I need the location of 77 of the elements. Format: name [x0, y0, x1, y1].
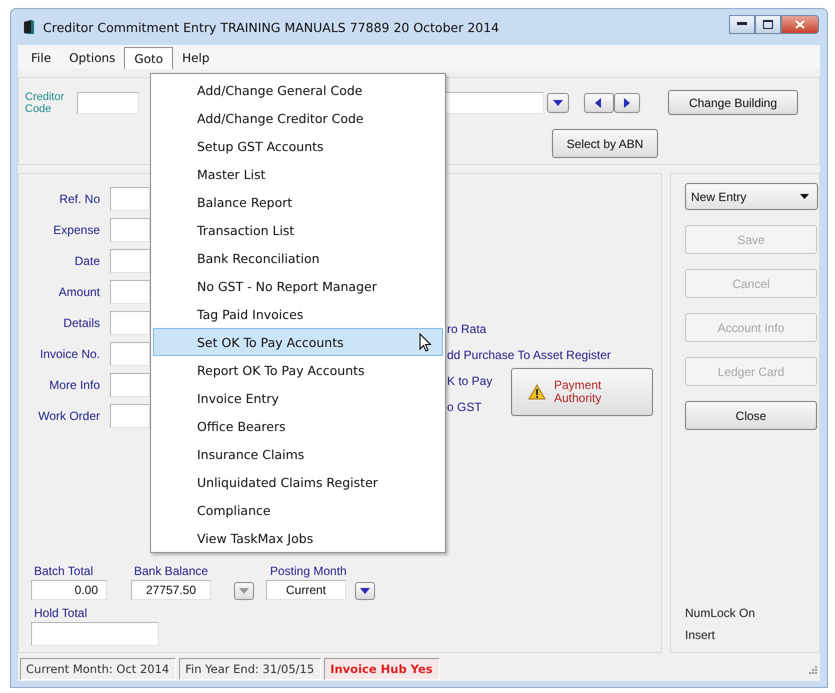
- close-icon: [795, 20, 805, 28]
- input-field[interactable]: [110, 373, 150, 397]
- batch-total-field[interactable]: 0.00: [31, 580, 107, 600]
- input-field[interactable]: [110, 404, 150, 428]
- maximize-button[interactable]: [755, 14, 781, 34]
- batch-total-label: Batch Total: [33, 564, 94, 578]
- option-label: o GST: [447, 399, 483, 416]
- menu-entry[interactable]: View TaskMax Jobs: [153, 524, 443, 552]
- field-label: Ref. No: [58, 192, 100, 206]
- previous-button[interactable]: [584, 92, 614, 112]
- input-field[interactable]: [110, 187, 150, 211]
- bank-balance-field[interactable]: 27757.50: [131, 580, 211, 600]
- maximize-icon: [763, 20, 773, 28]
- menu-entry[interactable]: Office Bearers: [153, 412, 443, 440]
- menu-entry[interactable]: Setup GST Accounts: [153, 132, 443, 160]
- input-field[interactable]: [110, 249, 150, 273]
- creditor-code-label: Creditor Code: [25, 90, 66, 114]
- hold-total-label: Hold Total: [33, 606, 88, 620]
- keyboard-status: NumLock On: [685, 605, 756, 622]
- menu-entry[interactable]: Unliquidated Claims Register: [153, 468, 443, 496]
- menu-entry[interactable]: Master List: [153, 160, 443, 188]
- option-label: K to Pay: [447, 373, 494, 390]
- menu-entry[interactable]: No GST - No Report Manager: [153, 272, 443, 300]
- window-title: Creditor Commitment Entry TRAINING MANUALS 77889 20 October 2014: [43, 20, 500, 34]
- close-button[interactable]: [781, 14, 819, 34]
- field-label: Work Order: [37, 409, 100, 423]
- menu-entry[interactable]: Bank Reconciliation: [153, 244, 443, 272]
- menu-entry[interactable]: Add/Change General Code: [153, 76, 443, 104]
- option-label: dd Purchase To Asset Register: [447, 347, 612, 364]
- hold-total-field[interactable]: [31, 622, 159, 646]
- status-cell: Fin Year End: 31/05/15: [179, 658, 322, 680]
- posting-month-field[interactable]: Current: [266, 580, 346, 600]
- input-field[interactable]: [110, 280, 150, 304]
- resize-grip-icon[interactable]: [807, 664, 817, 674]
- dropdown-button[interactable]: [547, 92, 569, 112]
- payment-authority-button[interactable]: Payment Authority: [511, 368, 653, 416]
- app-icon: [23, 19, 35, 35]
- menu-entry[interactable]: Invoice Entry: [153, 384, 443, 412]
- field-label: Amount: [58, 285, 100, 299]
- menu-item[interactable]: Help: [173, 47, 218, 69]
- keyboard-status: Insert: [685, 627, 716, 644]
- posting-month-label: Posting Month: [269, 564, 347, 578]
- option-label: ro Rata: [447, 321, 488, 338]
- select-by-abn-button[interactable]: Select by ABN: [552, 129, 658, 158]
- menu-item[interactable]: Goto: [124, 47, 174, 69]
- status-cell: Current Month: Oct 2014: [20, 658, 176, 680]
- input-field[interactable]: [110, 218, 150, 242]
- warning-icon: [528, 384, 546, 400]
- field-label: Details: [62, 316, 100, 330]
- pointer-icon: [419, 332, 432, 352]
- input-field[interactable]: [110, 342, 150, 366]
- change-building-button[interactable]: Change Building: [668, 90, 798, 115]
- input-field[interactable]: [110, 311, 150, 335]
- menu-entry[interactable]: Add/Change Creditor Code: [153, 104, 443, 132]
- dropdown-button[interactable]: [354, 582, 375, 600]
- status-cell: Invoice Hub Yes: [324, 658, 440, 680]
- entry-mode-dropdown[interactable]: New Entry: [685, 183, 818, 210]
- menu-entry[interactable]: Compliance: [153, 496, 443, 524]
- menu-entry[interactable]: Tag Paid Invoices: [153, 300, 443, 328]
- menu-entry[interactable]: Transaction List: [153, 216, 443, 244]
- bank-balance-label: Bank Balance: [133, 564, 210, 578]
- field-label: More Info: [48, 378, 100, 392]
- field-label: Date: [74, 254, 100, 268]
- creditor-code-field[interactable]: [77, 92, 139, 114]
- field-label: Expense: [52, 223, 100, 237]
- menu-item[interactable]: File: [22, 47, 60, 69]
- action-button[interactable]: Close: [685, 401, 817, 430]
- menu-entry[interactable]: Balance Report: [153, 188, 443, 216]
- minimize-icon: [737, 22, 747, 26]
- next-button[interactable]: [614, 92, 640, 112]
- menu-item[interactable]: Options: [60, 47, 124, 69]
- minimize-button[interactable]: [729, 14, 755, 34]
- field-label: Invoice No.: [38, 347, 100, 361]
- caret-icon: [800, 194, 809, 199]
- menu-entry[interactable]: Insurance Claims: [153, 440, 443, 468]
- menu-entry[interactable]: Report OK To Pay Accounts: [153, 356, 443, 384]
- menu-entry[interactable]: Set OK To Pay Accounts: [153, 328, 443, 356]
